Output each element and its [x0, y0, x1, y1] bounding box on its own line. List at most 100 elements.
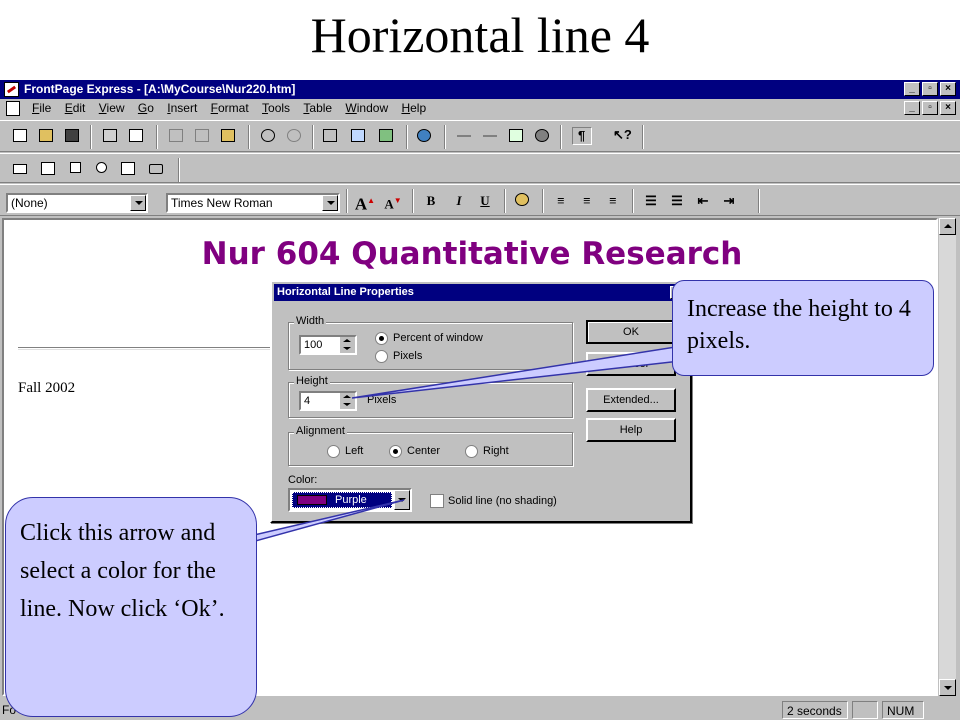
increase-font-size-icon[interactable]: A▲ [354, 191, 376, 214]
solid-line-checkbox[interactable]: Solid line (no shading) [430, 494, 557, 508]
window-title: FrontPage Express - [A:\MyCourse\Nur220.… [24, 82, 296, 96]
help-button[interactable]: Help [586, 418, 676, 442]
menu-file[interactable]: File [32, 99, 51, 118]
insert-table-icon[interactable] [348, 127, 368, 145]
frontpage-app-icon[interactable] [4, 82, 19, 97]
scrolling-textbox-icon[interactable] [38, 160, 58, 178]
decrease-font-size-icon[interactable]: A▼ [382, 191, 404, 211]
dialog-title: Horizontal Line Properties [277, 286, 414, 298]
align-right-icon[interactable]: ≡ [602, 191, 624, 211]
width-percent-radio[interactable]: Percent of window [375, 331, 483, 345]
redo-icon[interactable] [284, 127, 304, 145]
text-color-palette-icon[interactable] [512, 191, 532, 209]
close-icon[interactable]: × [940, 82, 956, 96]
whats-this-help-icon[interactable]: ↖? [610, 127, 632, 145]
vertical-scrollbar[interactable] [939, 218, 956, 696]
font-dropdown[interactable]: Times New Roman [166, 193, 340, 213]
width-group-label: Width [294, 315, 327, 327]
width-value: 100 [304, 339, 323, 351]
doc-restore-icon[interactable]: ▫ [922, 101, 938, 115]
restore-icon[interactable]: ▫ [922, 82, 938, 96]
numbered-list-icon[interactable]: ☰ [640, 191, 662, 211]
print-icon[interactable] [100, 127, 120, 145]
dropdown-menu-icon[interactable] [118, 160, 138, 178]
show-paragraph-marks-icon[interactable]: ¶ [572, 127, 592, 145]
extended-button[interactable]: Extended... [586, 388, 676, 412]
open-folder-icon[interactable] [36, 127, 56, 145]
height-unit-label: Pixels [367, 394, 397, 406]
menu-go[interactable]: Go [138, 99, 154, 118]
refresh-icon[interactable] [506, 127, 526, 145]
undo-icon[interactable] [258, 127, 278, 145]
width-pixels-radio[interactable]: Pixels [375, 349, 422, 363]
chevron-down-icon[interactable] [130, 195, 146, 211]
horizontal-line-properties-dialog: Horizontal Line Properties × Width 100 P… [270, 280, 692, 523]
align-center-icon[interactable]: ≡ [576, 191, 598, 211]
forward-arrow-icon[interactable] [480, 127, 500, 145]
radio-button-icon[interactable] [92, 160, 112, 178]
color-dropdown[interactable]: Purple [288, 488, 412, 512]
insert-horizontal-line-icon[interactable] [320, 127, 340, 145]
window-titlebar[interactable]: FrontPage Express - [A:\MyCourse\Nur220.… [0, 80, 960, 99]
callout-increase-height: Increase the height to 4 pixels. [672, 280, 934, 376]
width-input[interactable]: 100 [299, 335, 357, 355]
chevron-down-icon[interactable] [394, 490, 410, 510]
height-spinner-icon[interactable] [340, 393, 355, 409]
width-spinner-icon[interactable] [340, 337, 355, 353]
hyperlink-globe-icon[interactable] [414, 127, 434, 145]
stop-icon[interactable] [532, 127, 552, 145]
decrease-indent-icon[interactable]: ⇤ [692, 191, 714, 211]
copy-icon[interactable] [192, 127, 212, 145]
align-right-radio[interactable]: Right [465, 444, 509, 458]
checkbox-icon[interactable] [66, 160, 86, 178]
alignment-group-label: Alignment [294, 425, 347, 437]
push-button-icon[interactable] [146, 160, 166, 178]
document-icon[interactable] [6, 101, 20, 116]
menu-help[interactable]: Help [401, 99, 426, 118]
insert-image-icon[interactable] [376, 127, 396, 145]
doc-close-icon[interactable]: × [940, 101, 956, 115]
italic-icon[interactable]: I [448, 191, 470, 211]
menu-view[interactable]: View [99, 99, 125, 118]
align-left-radio[interactable]: Left [327, 444, 363, 458]
increase-indent-icon[interactable]: ⇥ [718, 191, 740, 211]
menu-window[interactable]: Window [345, 99, 388, 118]
save-disk-icon[interactable] [62, 127, 82, 145]
ok-button[interactable]: OK [586, 320, 676, 344]
minimize-icon[interactable]: _ [904, 82, 920, 96]
scroll-up-icon[interactable] [939, 218, 956, 235]
menu-insert[interactable]: Insert [167, 99, 197, 118]
callout-select-color: Click this arrow and select a color for … [5, 497, 257, 717]
font-value: Times New Roman [171, 196, 273, 210]
bold-icon[interactable]: B [420, 191, 442, 211]
document-body-text: Fall 2002 [18, 380, 76, 396]
color-label: Color: [288, 474, 318, 486]
alignment-group: Alignment Left Center Right [288, 425, 573, 466]
menu-tools[interactable]: Tools [262, 99, 290, 118]
standard-toolbar: ¶ ↖? [0, 120, 960, 152]
status-load-time: 2 seconds [782, 701, 848, 719]
height-input[interactable]: 4 [299, 391, 357, 411]
bulleted-list-icon[interactable]: ☰ [666, 191, 688, 211]
back-arrow-icon[interactable] [454, 127, 474, 145]
doc-minimize-icon[interactable]: _ [904, 101, 920, 115]
dialog-titlebar[interactable]: Horizontal Line Properties × [274, 284, 688, 301]
new-page-icon[interactable] [10, 127, 30, 145]
color-selection: Purple [292, 492, 392, 508]
cut-icon[interactable] [166, 127, 186, 145]
scroll-down-icon[interactable] [939, 679, 956, 696]
print-preview-icon[interactable] [126, 127, 146, 145]
cancel-button[interactable]: Cancel [586, 352, 676, 376]
purple-swatch [297, 495, 327, 505]
one-line-textbox-icon[interactable] [10, 160, 30, 178]
underline-icon[interactable]: U [474, 191, 496, 211]
align-left-icon[interactable]: ≡ [550, 191, 572, 211]
chevron-down-icon[interactable] [322, 195, 338, 211]
align-center-radio[interactable]: Center [389, 444, 440, 458]
menu-format[interactable]: Format [211, 99, 249, 118]
menu-edit[interactable]: Edit [65, 99, 86, 118]
menu-table[interactable]: Table [303, 99, 332, 118]
paragraph-style-dropdown[interactable]: (None) [6, 193, 148, 213]
paste-icon[interactable] [218, 127, 238, 145]
forms-toolbar [0, 153, 960, 183]
